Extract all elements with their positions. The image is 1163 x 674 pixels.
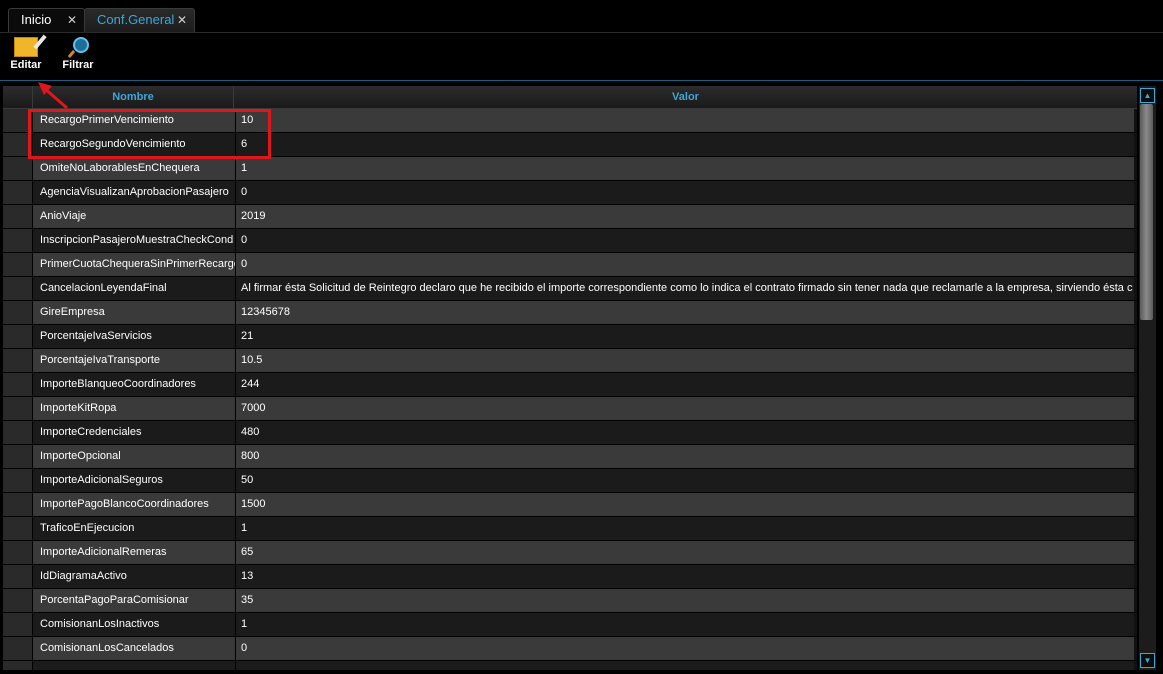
annotation-arrow bbox=[38, 82, 68, 110]
